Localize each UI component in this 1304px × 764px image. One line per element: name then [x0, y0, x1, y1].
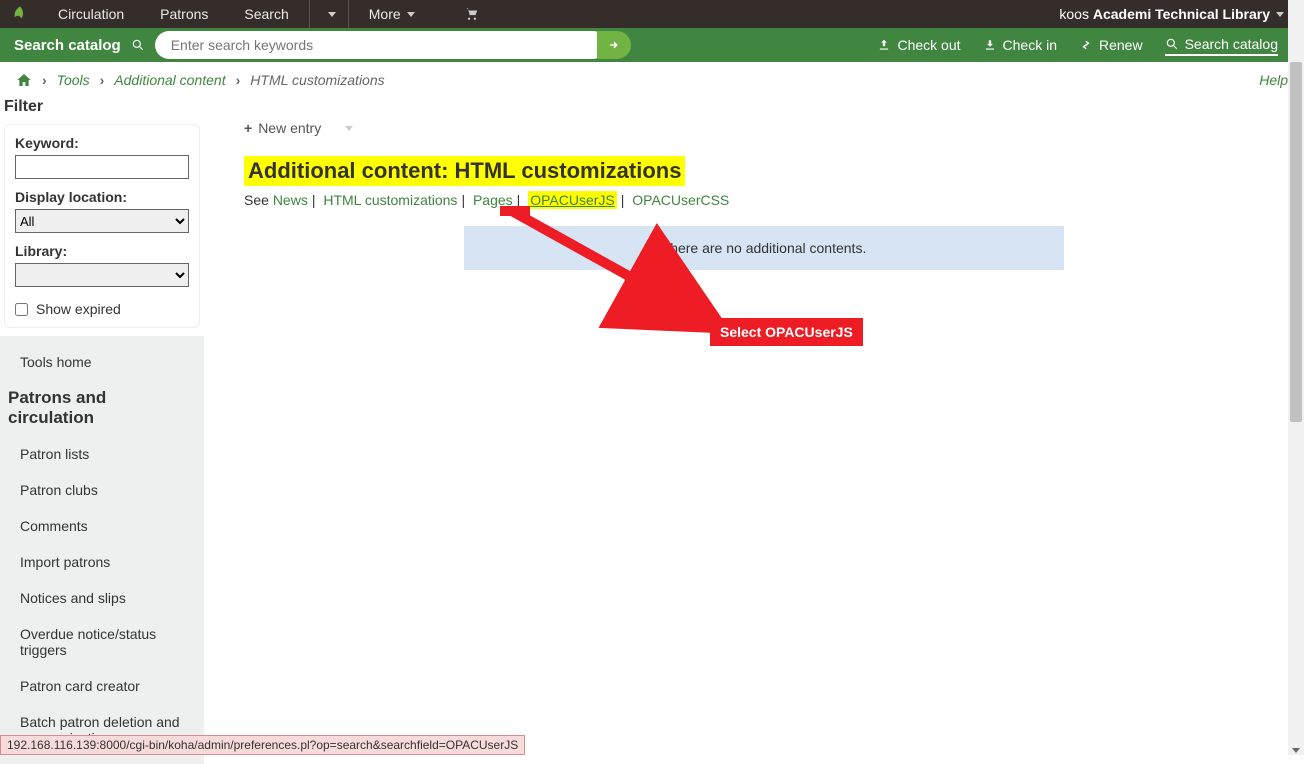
- scroll-thumb[interactable]: [1290, 62, 1302, 422]
- checkin-label: Check in: [1003, 37, 1057, 53]
- show-expired-label: Show expired: [36, 301, 121, 317]
- sidebar-item-notices[interactable]: Notices and slips: [0, 580, 204, 616]
- arrow-right-icon: [607, 38, 621, 52]
- koha-leaf-icon: [11, 5, 29, 23]
- caret-down-icon: [407, 12, 415, 17]
- sidebar-tools-home[interactable]: Tools home: [0, 344, 204, 380]
- plus-icon: +: [244, 120, 252, 136]
- sidebar-item-overdue-triggers[interactable]: Overdue notice/status triggers: [0, 616, 204, 668]
- page-title: Additional content: HTML customizations: [244, 156, 685, 186]
- annotation-label: Select OPACUserJS: [710, 318, 863, 346]
- nav-dropdown-caret[interactable]: [312, 0, 346, 28]
- library-name: Academi Technical Library: [1093, 6, 1270, 22]
- app-logo[interactable]: [0, 5, 40, 23]
- caret-down-icon[interactable]: [345, 126, 353, 131]
- scrollbar[interactable]: [1288, 0, 1304, 755]
- nav-circulation[interactable]: Circulation: [40, 0, 142, 28]
- filter-title: Filter: [0, 98, 204, 124]
- breadcrumb-sep: ›: [236, 72, 241, 88]
- breadcrumb: › Tools › Additional content › HTML cust…: [0, 62, 1304, 98]
- search-catalog-label: Search catalog: [0, 37, 155, 54]
- display-location-select[interactable]: All: [15, 209, 189, 233]
- sidebar-item-patron-clubs[interactable]: Patron clubs: [0, 472, 204, 508]
- link-opacusercss[interactable]: OPACUserCSS: [632, 192, 729, 208]
- checkout-button[interactable]: Check out: [877, 37, 960, 53]
- sidebar-item-patron-card-creator[interactable]: Patron card creator: [0, 668, 204, 704]
- scroll-arrow-down-icon[interactable]: [1292, 748, 1300, 753]
- show-expired-checkbox[interactable]: [15, 303, 28, 316]
- library-select[interactable]: [15, 263, 189, 287]
- nav-patrons[interactable]: Patrons: [142, 0, 226, 28]
- link-html-customizations[interactable]: HTML customizations: [323, 192, 457, 208]
- search-icon: [131, 38, 145, 52]
- search-catalog-label: Search catalog: [1185, 36, 1278, 52]
- library-label: Library:: [15, 243, 189, 259]
- empty-content-message: There are no additional contents.: [464, 226, 1064, 270]
- search-icon: [1165, 37, 1179, 51]
- breadcrumb-sep: ›: [42, 72, 47, 88]
- download-icon: [983, 38, 997, 52]
- breadcrumb-tools[interactable]: Tools: [57, 72, 90, 88]
- link-opacuserjs[interactable]: OPACUserJS: [528, 191, 617, 209]
- checkin-button[interactable]: Check in: [983, 37, 1057, 53]
- link-pages[interactable]: Pages: [473, 192, 513, 208]
- content-type-links: See News| HTML customizations| Pages| OP…: [244, 192, 1264, 208]
- status-bar-url: 192.168.116.139:8000/cgi-bin/koha/admin/…: [0, 735, 525, 755]
- sidebar-header-patrons: Patrons and circulation: [0, 380, 204, 436]
- home-icon[interactable]: [16, 72, 32, 88]
- cart-button[interactable]: [447, 0, 497, 28]
- caret-down-icon: [328, 12, 336, 17]
- renew-label: Renew: [1099, 37, 1143, 53]
- breadcrumb-current: HTML customizations: [250, 72, 384, 88]
- divider: [348, 0, 349, 28]
- search-input[interactable]: [155, 31, 607, 59]
- search-label-text: Search catalog: [14, 37, 121, 54]
- user-name: koos: [1059, 6, 1089, 22]
- sidebar-item-comments[interactable]: Comments: [0, 508, 204, 544]
- search-catalog-button[interactable]: Search catalog: [1165, 36, 1278, 56]
- search-go-button[interactable]: [597, 31, 631, 59]
- nav-more-label: More: [369, 6, 401, 22]
- new-entry-button[interactable]: + New entry: [244, 120, 353, 136]
- renew-icon: [1079, 38, 1093, 52]
- nav-search[interactable]: Search: [226, 0, 306, 28]
- breadcrumb-additional-content[interactable]: Additional content: [114, 72, 225, 88]
- sidebar: Filter Keyword: Display location: All Li…: [0, 98, 204, 735]
- display-location-label: Display location:: [15, 189, 189, 205]
- divider: [309, 0, 310, 28]
- caret-down-icon: [1276, 12, 1284, 17]
- cart-icon: [465, 7, 479, 21]
- new-entry-label: New entry: [258, 120, 321, 136]
- keyword-input[interactable]: [15, 155, 189, 179]
- main-content: + New entry Additional content: HTML cus…: [204, 98, 1304, 735]
- nav-more[interactable]: More: [351, 0, 433, 28]
- upload-icon: [877, 38, 891, 52]
- sidebar-item-patron-lists[interactable]: Patron lists: [0, 436, 204, 472]
- keyword-label: Keyword:: [15, 135, 189, 151]
- renew-button[interactable]: Renew: [1079, 37, 1143, 53]
- breadcrumb-sep: ›: [100, 72, 105, 88]
- see-label: See: [244, 192, 269, 208]
- link-news[interactable]: News: [273, 192, 308, 208]
- sidebar-item-import-patrons[interactable]: Import patrons: [0, 544, 204, 580]
- help-link[interactable]: Help: [1259, 72, 1288, 88]
- topbar: Circulation Patrons Search More koos Aca…: [0, 0, 1304, 28]
- user-library-switcher[interactable]: koos Academi Technical Library: [1059, 6, 1304, 22]
- checkout-label: Check out: [897, 37, 960, 53]
- search-bar: Search catalog Check out Check in Renew …: [0, 28, 1304, 62]
